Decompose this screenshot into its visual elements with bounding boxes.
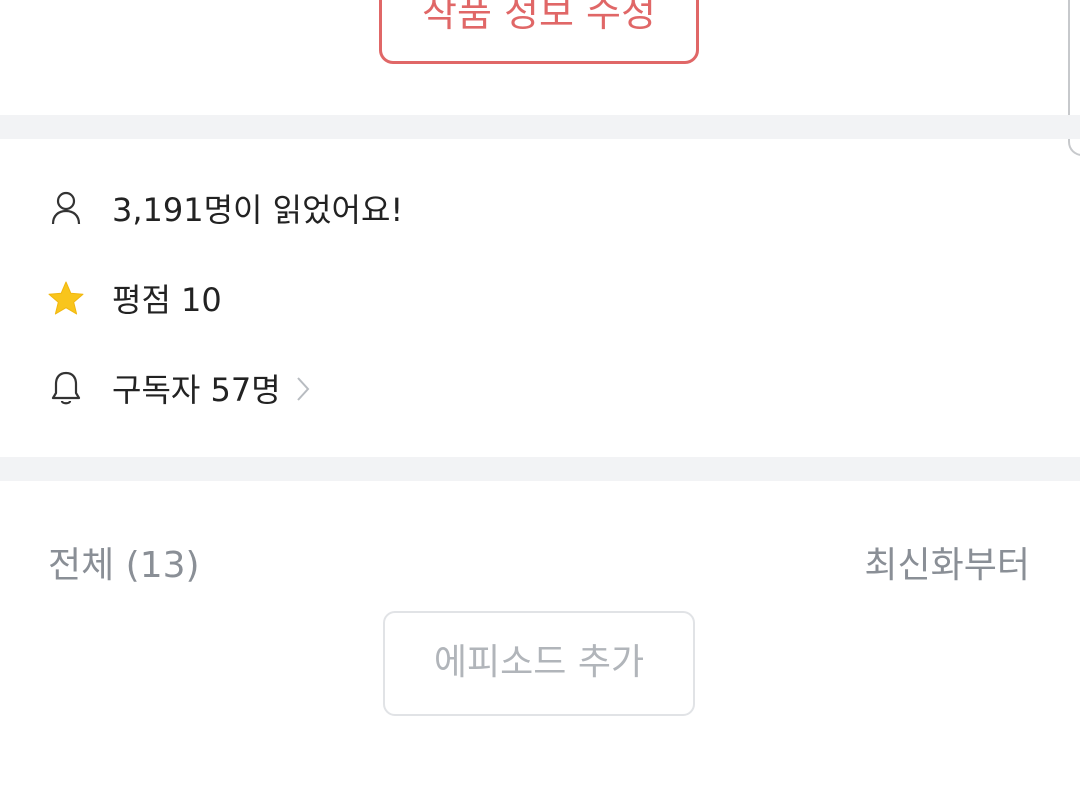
bell-icon <box>48 370 84 406</box>
subscribers-text: 구독자 57명 <box>112 365 311 411</box>
section-divider <box>0 115 1080 139</box>
add-episode-button[interactable]: 에피소드 추가 <box>383 611 695 716</box>
chevron-right-icon <box>295 373 311 411</box>
subscribers-count-label: 구독자 57명 <box>112 371 281 409</box>
star-icon <box>48 280 84 316</box>
rating-row: 평점 10 <box>0 268 1080 328</box>
episode-total-label: 전체 (13) <box>48 545 200 586</box>
sort-order-button[interactable]: 최신화부터 <box>864 536 1030 588</box>
readers-row: 3,191명이 읽었어요! <box>0 178 1080 238</box>
edit-work-info-button[interactable]: 작품 정보 수정 <box>379 0 699 64</box>
person-icon <box>48 190 84 226</box>
section-divider <box>0 457 1080 481</box>
subscribers-row[interactable]: 구독자 57명 <box>0 358 1080 418</box>
episode-list-header: 전체 (13) 최신화부터 <box>0 532 1080 588</box>
work-detail-page: 작품 정보 수정 3,191명이 읽었어요! 평점 10 구독자 57명 전체 … <box>0 0 1080 810</box>
rating-text: 평점 10 <box>112 281 222 319</box>
readers-count-text: 3,191명이 읽었어요! <box>112 191 404 229</box>
